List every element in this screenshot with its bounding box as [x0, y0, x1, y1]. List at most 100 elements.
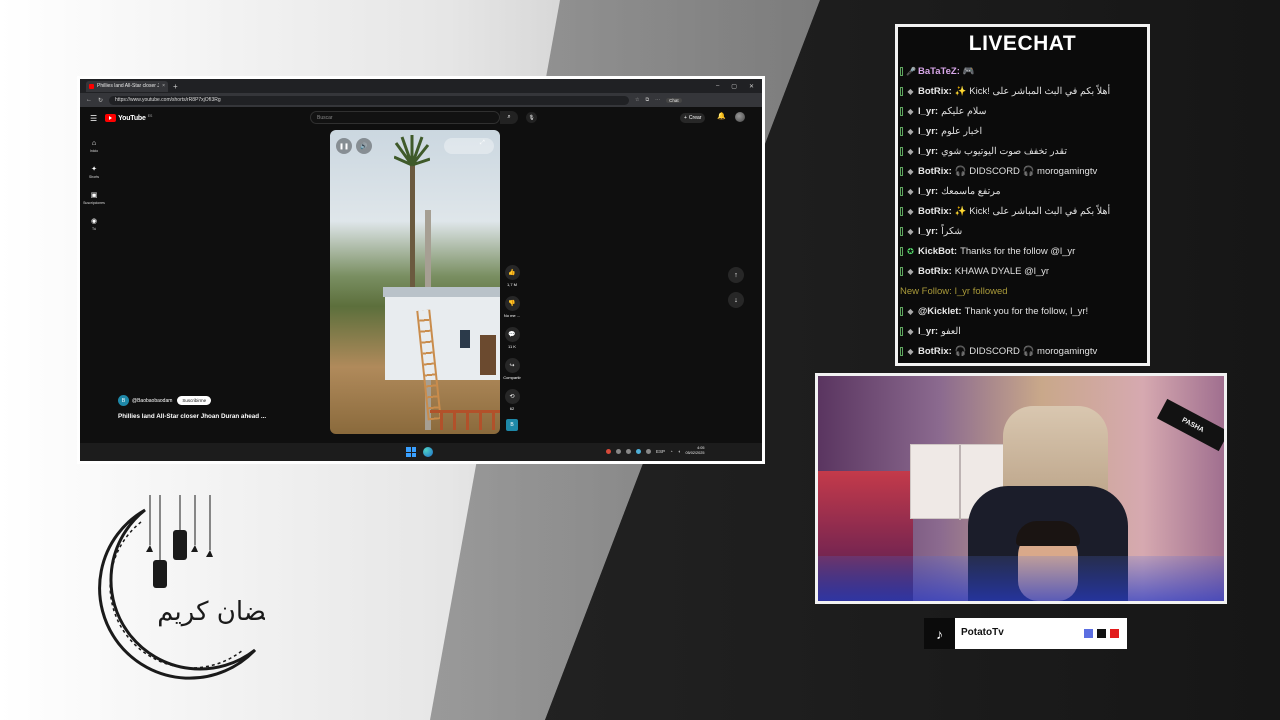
menu-icon[interactable]: ☰ — [90, 114, 97, 123]
chat-message: ◆ BotRix: KHAWA DYALE @l_yr — [900, 261, 1147, 281]
like-action[interactable]: 👍 1,7 M — [502, 265, 522, 296]
dislike-action[interactable]: 👎 No me ... — [502, 296, 522, 327]
fullscreen-icon[interactable]: ⤢ — [480, 140, 485, 147]
chat-username[interactable]: BotRix: — [918, 346, 952, 357]
player-options[interactable] — [444, 138, 494, 154]
language-indicator[interactable]: ESP — [656, 449, 665, 454]
subscribe-button[interactable]: Suscribirme — [177, 396, 212, 405]
chat-user-icon: ◆ — [907, 126, 914, 136]
tab-close-icon[interactable]: × — [162, 83, 165, 89]
chat-user-icon: ◆ — [907, 346, 914, 356]
chat-message: ◆ BotRix: ✨ Kick! أهلاً بكم في البث المباش… — [900, 81, 1147, 101]
search-icon: ⌕ — [507, 114, 511, 120]
share-action[interactable]: ↪ Compartir — [502, 358, 522, 389]
channel-info: B @Baobaobaodam Suscribirme — [118, 395, 212, 406]
tray-app-icon[interactable] — [616, 448, 621, 454]
create-label: Crear — [688, 115, 702, 121]
chat-username[interactable]: l_yr: — [918, 146, 938, 157]
chat-button[interactable]: Chat — [666, 97, 682, 103]
tray-app-icon[interactable] — [606, 448, 611, 454]
maximize-button[interactable]: ▢ — [731, 83, 737, 90]
sidebar-item-label: Suscripciones — [83, 200, 105, 205]
arrow-down-icon: ↓ — [734, 296, 738, 304]
previous-short-button[interactable]: ↑ — [728, 267, 744, 283]
chat-username[interactable]: l_yr: — [918, 106, 938, 117]
chat-username[interactable]: BaTaTeZ: — [918, 66, 960, 77]
chat-username[interactable]: BotRix: — [918, 266, 952, 277]
sidebar-item-you[interactable]: ◉ Tú — [80, 211, 108, 237]
chat-username[interactable]: @Kicklet: — [918, 306, 962, 317]
webcam-feed: PASHA — [815, 373, 1227, 604]
short-video-player[interactable]: ❚❚ 🔊 ⤢ — [330, 130, 500, 434]
windows-start-icon[interactable] — [406, 447, 416, 457]
channel-name[interactable]: @Baobaobaodam — [132, 398, 172, 404]
close-window-button[interactable]: ✕ — [749, 83, 754, 90]
chat-username[interactable]: KickBot: — [918, 246, 957, 257]
chat-user-icon: ◆ — [907, 166, 914, 176]
chat-username[interactable]: l_yr: — [918, 186, 938, 197]
tray-app-icon[interactable] — [636, 448, 641, 454]
notifications-bell-icon[interactable]: 🔔 — [717, 112, 726, 120]
livechat-messages: 🎤 BaTaTeZ: 🎮 ◆ BotRix: ✨ Kick! أهلاً بكم في ا… — [900, 61, 1147, 361]
edge-browser-icon[interactable] — [423, 447, 433, 457]
menu-dots-icon[interactable]: ⋯ — [655, 97, 660, 103]
chat-message: ◆ BotRix: 🎧 DIDSCORD 🎧 morogamingtv — [900, 341, 1147, 361]
channel-avatar[interactable]: B — [118, 395, 129, 406]
search-input[interactable]: Buscar — [310, 111, 500, 124]
browser-capture: Phillies land All-Star closer Jh... × + … — [77, 76, 765, 464]
browser-tab[interactable]: Phillies land All-Star closer Jh... × — [86, 80, 168, 92]
dislike-icon: 👎 — [504, 296, 520, 311]
like-count: 1,7 M — [506, 282, 517, 287]
sidebar-item-home[interactable]: ⌂ Inicio — [80, 133, 108, 159]
streamer-hair-image — [1016, 521, 1080, 546]
follow-label: New Follow: — [900, 285, 952, 297]
remix-action[interactable]: ⟲ 62 — [502, 389, 522, 420]
chat-username[interactable]: l_yr: — [918, 326, 938, 337]
chat-username[interactable]: l_yr: — [918, 126, 938, 137]
wifi-icon[interactable]: ◔ — [670, 449, 673, 454]
chat-username[interactable]: BotRix: — [918, 206, 952, 217]
bookmark-icon[interactable]: ☆ — [635, 97, 639, 103]
next-short-button[interactable]: ↓ — [728, 292, 744, 308]
chat-text: 🎧 DIDSCORD 🎧 morogamingtv — [954, 345, 1098, 357]
search-placeholder: Buscar — [317, 114, 333, 121]
chat-badge-icon — [900, 266, 903, 276]
volume-button[interactable]: 🔊 — [356, 138, 372, 154]
chat-username[interactable]: BotRix: — [918, 166, 952, 177]
chat-badge-icon — [900, 106, 903, 116]
video-title[interactable]: Phillies land All-Star closer Jhoan Dura… — [118, 413, 266, 420]
speaker-icon[interactable]: ◖ — [678, 449, 681, 454]
chat-user-icon: ◆ — [907, 106, 914, 116]
sidebar-item-label: Shorts — [88, 174, 100, 179]
plus-icon: + — [684, 115, 687, 121]
taskbar-clock[interactable]: 4:05 05/02/2025 — [685, 446, 704, 456]
chat-message: ◆ l_yr: مرتفع ماسمعك — [900, 181, 1147, 201]
voice-search-button[interactable]: 🎙 — [526, 112, 537, 123]
new-tab-button[interactable]: + — [173, 82, 178, 91]
tray-app-icon[interactable] — [646, 448, 651, 454]
color-square-red — [1110, 629, 1119, 638]
channel-avatar-small[interactable]: B — [506, 419, 518, 431]
youtube-logo[interactable]: YouTube ES — [105, 114, 152, 122]
window-controls: – ▢ ✕ — [716, 83, 762, 90]
sidebar-item-shorts[interactable]: ✦ Shorts — [80, 159, 108, 185]
tray-app-icon[interactable] — [626, 448, 631, 454]
chat-username[interactable]: BotRix: — [918, 86, 952, 97]
sidebar-item-subscriptions[interactable]: ▣ Suscripciones — [80, 185, 108, 211]
create-button[interactable]: + Crear — [680, 113, 706, 123]
search-button[interactable]: ⌕ — [500, 111, 518, 124]
comment-action[interactable]: 💬 11 K — [502, 327, 522, 358]
minimize-button[interactable]: – — [716, 83, 719, 90]
chat-username[interactable]: l_yr: — [918, 226, 938, 237]
chat-badge-icon — [900, 126, 903, 136]
extension-icon[interactable]: ⧉ — [646, 97, 650, 103]
refresh-icon[interactable]: ↻ — [98, 97, 103, 104]
chat-badge-icon — [900, 86, 903, 96]
chat-message: ◆ l_yr: اخبار علوم — [900, 121, 1147, 141]
account-avatar[interactable] — [735, 112, 745, 122]
pause-button[interactable]: ❚❚ — [336, 138, 352, 154]
back-icon[interactable]: ← — [86, 97, 92, 103]
railing-image — [430, 410, 500, 430]
like-icon: 👍 — [504, 265, 520, 280]
address-bar[interactable]: https://www.youtube.com/shorts/rR8P7xjOf… — [109, 95, 630, 105]
